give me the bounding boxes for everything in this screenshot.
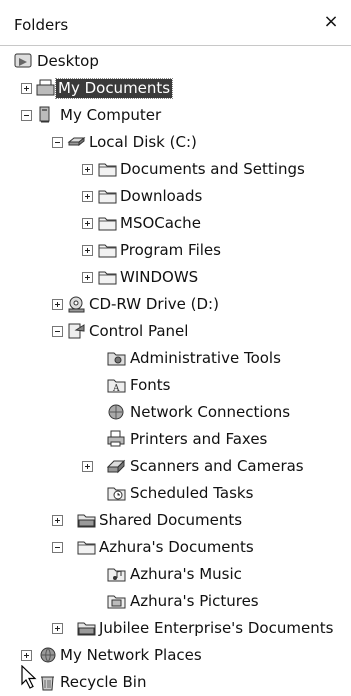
tree-item-label: Administrative Tools: [130, 349, 281, 367]
tree-item-label: Program Files: [120, 241, 221, 259]
tree-item-label: Azhura's Documents: [99, 538, 254, 556]
expand-button[interactable]: [52, 515, 63, 526]
tree-item-label: Downloads: [120, 187, 203, 205]
network-places-icon: [38, 646, 57, 664]
tree-item-azhuras-pictures[interactable]: Azhura's Pictures: [0, 588, 351, 615]
tree-item-my-network-places[interactable]: My Network Places: [0, 642, 351, 669]
tree-item-cdrw-drive[interactable]: CD-RW Drive (D:): [0, 291, 351, 318]
folder-icon: [98, 187, 117, 205]
tree-item-printers-and-faxes[interactable]: Printers and Faxes: [0, 426, 351, 453]
tree-item-desktop[interactable]: Desktop: [0, 48, 351, 75]
tree-item-local-disk[interactable]: Local Disk (C:): [0, 129, 351, 156]
tree-item-my-documents[interactable]: My Documents: [0, 75, 351, 102]
scheduled-tasks-icon: [107, 484, 126, 502]
tree-item-administrative-tools[interactable]: Administrative Tools: [0, 345, 351, 372]
collapse-button[interactable]: [52, 137, 63, 148]
collapse-button[interactable]: [21, 110, 32, 121]
tree-item-label: Control Panel: [89, 322, 189, 340]
tree-item-label: My Network Places: [60, 646, 202, 664]
tree-item-downloads[interactable]: Downloads: [0, 183, 351, 210]
tree-item-documents-and-settings[interactable]: Documents and Settings: [0, 156, 351, 183]
tree-item-windows[interactable]: WINDOWS: [0, 264, 351, 291]
hard-drive-icon: [67, 133, 86, 151]
tree-item-scanners-and-cameras[interactable]: Scanners and Cameras: [0, 453, 351, 480]
printer-icon: [107, 430, 126, 448]
tree-item-program-files[interactable]: Program Files: [0, 237, 351, 264]
desktop-icon: [14, 52, 33, 70]
tree-item-label: WINDOWS: [120, 268, 199, 286]
tree-item-label: Azhura's Pictures: [130, 592, 259, 610]
expand-button[interactable]: [52, 623, 63, 634]
tree-item-azhuras-music[interactable]: Azhura's Music: [0, 561, 351, 588]
tree-item-msocache[interactable]: MSOCache: [0, 210, 351, 237]
folder-icon: [98, 214, 117, 232]
tree-item-label: Shared Documents: [99, 511, 243, 529]
tree-item-fonts[interactable]: A Fonts: [0, 372, 351, 399]
expand-button[interactable]: [82, 272, 93, 283]
expand-button[interactable]: [82, 218, 93, 229]
folder-icon: [77, 538, 96, 556]
tree-item-label: MSOCache: [120, 214, 201, 232]
tree-item-label: Network Connections: [130, 403, 291, 421]
expand-button[interactable]: [52, 299, 63, 310]
tree-item-label: Jubilee Enterprise's Documents: [99, 619, 334, 637]
folder-tree: Desktop My Documents My Computer Local D…: [0, 46, 351, 691]
tree-item-label: My Documents: [54, 78, 174, 99]
tree-item-label: My Computer: [60, 106, 162, 124]
pictures-folder-icon: [107, 592, 126, 610]
cd-drive-icon: [67, 295, 86, 313]
control-panel-icon: [67, 322, 86, 340]
tree-item-label: Azhura's Music: [130, 565, 242, 583]
tree-item-jubilee-documents[interactable]: Jubilee Enterprise's Documents: [0, 615, 351, 642]
tree-item-label: Scheduled Tasks: [130, 484, 254, 502]
scanner-icon: [107, 457, 126, 475]
expand-button[interactable]: [82, 191, 93, 202]
fonts-folder-icon: A: [107, 376, 126, 394]
computer-icon: [38, 106, 57, 124]
tree-item-label: Scanners and Cameras: [130, 457, 304, 475]
svg-text:A: A: [112, 384, 120, 394]
tree-item-shared-documents[interactable]: Shared Documents: [0, 507, 351, 534]
expand-button[interactable]: [21, 83, 32, 94]
close-button[interactable]: ×: [321, 12, 341, 34]
my-documents-icon: [36, 79, 55, 97]
folder-icon: [77, 619, 96, 637]
expand-button[interactable]: [82, 164, 93, 175]
expand-button[interactable]: [21, 650, 32, 661]
tree-item-label: Documents and Settings: [120, 160, 305, 178]
folder-icon: [98, 241, 117, 259]
tree-item-label: Desktop: [37, 52, 99, 70]
tree-item-recycle-bin[interactable]: Recycle Bin: [0, 669, 351, 696]
tree-item-network-connections[interactable]: Network Connections: [0, 399, 351, 426]
expand-button[interactable]: [82, 245, 93, 256]
music-folder-icon: [107, 565, 126, 583]
tree-item-label: Printers and Faxes: [130, 430, 268, 448]
tree-item-label: CD-RW Drive (D:): [89, 295, 219, 313]
mouse-pointer-icon: [21, 665, 37, 689]
tree-item-my-computer[interactable]: My Computer: [0, 102, 351, 129]
tree-item-control-panel[interactable]: Control Panel: [0, 318, 351, 345]
administrative-tools-icon: [107, 349, 126, 367]
tree-item-label: Recycle Bin: [60, 673, 147, 691]
network-connections-icon: [107, 403, 126, 421]
collapse-button[interactable]: [52, 326, 63, 337]
tree-item-scheduled-tasks[interactable]: Scheduled Tasks: [0, 480, 351, 507]
pane-title: Folders: [14, 16, 69, 34]
expand-button[interactable]: [82, 461, 93, 472]
tree-item-label: Local Disk (C:): [89, 133, 197, 151]
collapse-button[interactable]: [52, 542, 63, 553]
folders-pane-header: Folders ×: [0, 0, 351, 46]
tree-item-label: Fonts: [130, 376, 171, 394]
folder-icon: [98, 160, 117, 178]
folder-icon: [98, 268, 117, 286]
folder-icon: [77, 511, 96, 529]
tree-item-azhuras-documents[interactable]: Azhura's Documents: [0, 534, 351, 561]
